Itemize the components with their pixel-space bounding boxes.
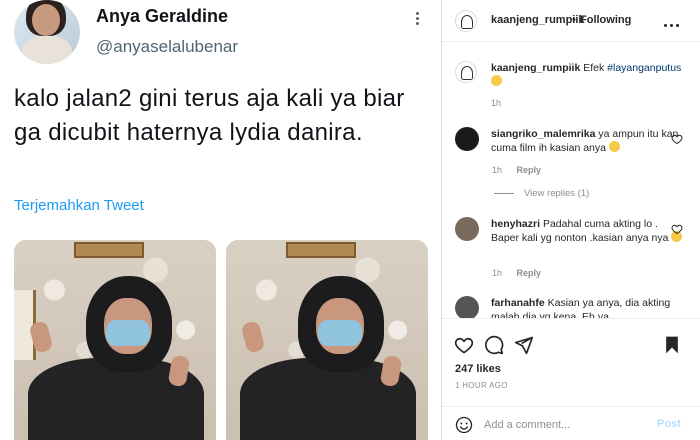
- comment-meta: 1h Reply: [492, 165, 541, 175]
- tweet-avatar: [14, 0, 80, 64]
- comment-avatar[interactable]: [455, 296, 479, 318]
- comment-avatar[interactable]: [455, 127, 479, 151]
- comment-input[interactable]: [484, 417, 634, 433]
- reply-button[interactable]: Reply: [517, 165, 542, 175]
- comment-bar: Post: [442, 406, 700, 439]
- following-button[interactable]: Following: [580, 14, 631, 26]
- post-button[interactable]: Post: [657, 418, 681, 430]
- reply-button[interactable]: Reply: [517, 268, 542, 278]
- post-actions: 247 likes 1 HOUR AGO Post: [442, 318, 700, 438]
- caption-time: 1h: [491, 98, 502, 108]
- comment-3: farhanahfe Kasian ya anya, dia akting ma…: [491, 296, 683, 318]
- post-header: kaanjeng_rumpiik • Following: [442, 0, 700, 42]
- like-count[interactable]: 247 likes: [455, 363, 501, 375]
- instagram-panel: kaanjeng_rumpiik • Following kaanjeng_ru…: [441, 0, 700, 440]
- share-icon[interactable]: [514, 335, 534, 355]
- header-avatar[interactable]: [455, 10, 477, 32]
- view-replies-label: View replies (1): [524, 188, 590, 199]
- view-replies-button[interactable]: View replies (1): [494, 188, 589, 199]
- comment-icon[interactable]: [484, 335, 504, 355]
- tweet-display-name: Anya Geraldine: [96, 6, 229, 26]
- comment-avatar[interactable]: [455, 217, 479, 241]
- tweet-image: Anya Geraldine @anyaselalubenar kalo jal…: [0, 0, 440, 440]
- caption-hashtag[interactable]: #layanganputus: [607, 62, 681, 74]
- bookmark-icon[interactable]: [662, 335, 682, 355]
- comment-username[interactable]: siangriko_malemrika: [491, 128, 595, 140]
- comment-meta: 1h Reply: [492, 268, 541, 278]
- tweet-photo-2: [226, 240, 428, 440]
- caption: kaanjeng_rumpiik Efek #layanganputus: [491, 61, 691, 89]
- comment-2: henyhazri Padahal cuma akting lo . Baper…: [491, 217, 683, 245]
- tweet-handle: @anyaselalubenar: [96, 37, 239, 56]
- caption-avatar[interactable]: [455, 61, 477, 83]
- comment-heart-icon[interactable]: [671, 133, 683, 145]
- header-separator: •: [572, 14, 576, 26]
- tweet-text: kalo jalan2 gini terus aja kali ya biar …: [14, 85, 405, 146]
- comment-username[interactable]: farhanahfe: [491, 297, 545, 309]
- heart-icon[interactable]: [454, 335, 474, 355]
- tweet-photo-1: [14, 240, 216, 440]
- comment-username[interactable]: henyhazri: [491, 218, 540, 230]
- comment-time: 1h: [492, 268, 503, 278]
- laugh-emoji-icon: [491, 75, 502, 86]
- post-time: 1 HOUR AGO: [455, 381, 508, 390]
- caption-username[interactable]: kaanjeng_rumpiik: [491, 62, 580, 74]
- more-options-icon[interactable]: [662, 14, 680, 27]
- comment-heart-icon[interactable]: [671, 223, 683, 235]
- translate-link: Terjemahkan Tweet: [14, 197, 144, 214]
- comment-3-clip: farhanahfe Kasian ya anya, dia akting ma…: [442, 290, 700, 318]
- sad-emoji-icon: [608, 141, 620, 152]
- header-username[interactable]: kaanjeng_rumpiik: [491, 14, 585, 26]
- smiley-icon[interactable]: [455, 416, 473, 434]
- comment-1: siangriko_malemrika ya ampun itu kan cum…: [491, 127, 683, 155]
- caption-text: Efek: [583, 62, 605, 74]
- tweet-more-icon: [409, 10, 425, 30]
- comment-time: 1h: [492, 165, 503, 175]
